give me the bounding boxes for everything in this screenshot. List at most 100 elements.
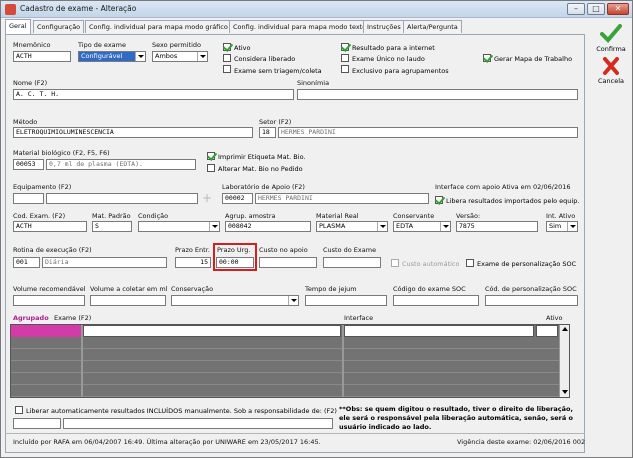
metodo-label: Método bbox=[13, 118, 38, 126]
nome-field[interactable]: A. C. T. H. bbox=[13, 89, 294, 100]
obs-note: **Obs: se quem digitou o resultado, tive… bbox=[339, 405, 573, 431]
condicao-select[interactable] bbox=[138, 221, 220, 232]
minimize-button[interactable]: – bbox=[567, 3, 585, 15]
table-row[interactable] bbox=[11, 361, 569, 373]
tempo-jejum-field[interactable] bbox=[305, 295, 387, 306]
chevron-down-icon bbox=[440, 222, 450, 231]
confirm-button[interactable]: Confirma bbox=[591, 23, 631, 57]
prazo-entr-field[interactable]: 15 bbox=[175, 257, 211, 268]
agrup-amostra-label: Agrup. amostra bbox=[225, 212, 276, 220]
agrupado-header: Agrupado bbox=[13, 314, 49, 322]
alterar-mat-checkbox[interactable] bbox=[207, 164, 215, 172]
maximize-button[interactable]: □ bbox=[587, 3, 605, 15]
metodo-field[interactable]: ELETROQUIMIOLUMINESCENCIA bbox=[13, 127, 253, 138]
close-button[interactable]: ✕ bbox=[607, 3, 629, 15]
table-row[interactable] bbox=[11, 349, 569, 361]
laboratorio-code-field[interactable]: 00002 bbox=[222, 193, 253, 204]
material-desc-field: 0,7 ml de plasma (EDTA). bbox=[46, 159, 196, 170]
prazo-urg-field[interactable]: 00:00 bbox=[216, 257, 254, 268]
codigo-soc-field[interactable] bbox=[393, 295, 479, 306]
conservante-select[interactable]: EDTA bbox=[393, 221, 451, 232]
scroll-down-icon[interactable] bbox=[562, 390, 568, 394]
exclusivo-label: Exclusivo para agrupamentos bbox=[352, 67, 449, 75]
tab-alerta[interactable]: Alerta/Pergunta bbox=[403, 20, 462, 33]
custo-apoio-field[interactable] bbox=[259, 257, 317, 268]
imprimir-etiqueta-checkbox[interactable] bbox=[207, 152, 215, 160]
equipamento-desc-field bbox=[46, 193, 198, 204]
gerar-mapa-label: Gerar Mapa de Trabalho bbox=[494, 55, 573, 63]
tab-mapa-grafico[interactable]: Config. individual para mapa modo gráfic… bbox=[85, 20, 232, 33]
grid-exame-cell[interactable] bbox=[83, 325, 341, 337]
responsavel-name-field[interactable] bbox=[63, 418, 333, 429]
responsavel-code-field[interactable] bbox=[13, 418, 61, 429]
grid-ativo-cell[interactable] bbox=[536, 325, 558, 337]
imprimir-etiqueta-label: Imprimir Etiqueta Mat. Bio. bbox=[218, 153, 306, 161]
sem-triagem-checkbox[interactable] bbox=[223, 65, 231, 73]
table-row[interactable] bbox=[11, 337, 569, 349]
grid-scrollbar[interactable] bbox=[559, 325, 569, 397]
ativo-checkbox[interactable] bbox=[223, 43, 231, 51]
sinonimia-field[interactable] bbox=[297, 89, 578, 100]
sexo-select[interactable]: Ambos bbox=[152, 51, 208, 62]
material-code-field[interactable]: 00053 bbox=[13, 159, 44, 170]
chevron-down-icon bbox=[197, 52, 207, 61]
plus-icon[interactable]: + bbox=[202, 192, 214, 205]
agrupamento-grid[interactable] bbox=[10, 324, 570, 398]
volume-coletar-field[interactable] bbox=[90, 295, 166, 306]
confirm-label: Confirma bbox=[596, 45, 626, 53]
equipamento-code-field[interactable] bbox=[13, 193, 44, 204]
grid-agrupado-cell[interactable] bbox=[11, 325, 81, 337]
sexo-value: Ambos bbox=[155, 52, 178, 60]
cancel-button[interactable]: Cancela bbox=[591, 57, 631, 91]
tab-mapa-texto[interactable]: Config. individual para mapa modo texto bbox=[229, 20, 371, 33]
cod-personalizacao-label: Cód. de personalização SOC bbox=[485, 285, 577, 293]
interface-header: Interface bbox=[344, 314, 374, 322]
considera-liberado-checkbox[interactable] bbox=[223, 54, 231, 62]
gerar-mapa-checkbox[interactable] bbox=[483, 54, 491, 62]
rotina-code-field[interactable]: 001 bbox=[13, 257, 40, 268]
versao-field[interactable]: 7875 bbox=[456, 221, 538, 232]
mat-padrao-field[interactable]: S bbox=[92, 221, 132, 232]
status-right: Vigência deste exame: 02/06/2016 002 bbox=[457, 438, 586, 446]
conservacao-select[interactable] bbox=[171, 295, 299, 306]
custo-automatico-checkbox[interactable] bbox=[391, 259, 399, 267]
volume-recomendavel-field[interactable] bbox=[13, 295, 85, 306]
setor-name-field: HERMES PARDINI bbox=[278, 127, 578, 138]
agrup-amostra-field[interactable]: 008042 bbox=[225, 221, 311, 232]
mat-padrao-label: Mat. Padrão bbox=[92, 212, 131, 220]
int-ativo-value: Sim bbox=[549, 222, 562, 230]
table-row[interactable] bbox=[11, 373, 569, 385]
scroll-up-icon[interactable] bbox=[562, 327, 568, 331]
exame-personalizacao-checkbox[interactable] bbox=[466, 259, 474, 267]
material-label: Material biológico (F2, F5, F6) bbox=[13, 149, 110, 157]
libera-resultados-checkbox[interactable] bbox=[435, 196, 443, 204]
interface-info: Interface com apoio Ativa em 02/06/2016 bbox=[435, 183, 571, 191]
ativo-header: Ativo bbox=[546, 314, 563, 322]
tab-geral[interactable]: Geral bbox=[5, 19, 31, 34]
tab-instrucoes[interactable]: Instruções bbox=[363, 20, 405, 33]
liberar-automaticamente-label: Liberar automaticamente resultados INCLU… bbox=[26, 407, 337, 415]
cod-personalizacao-field[interactable] bbox=[485, 295, 578, 306]
setor-code-field[interactable]: 18 bbox=[259, 127, 276, 138]
alterar-mat-label: Alterar Mat. Bio no Pedido bbox=[218, 165, 303, 173]
exame-unico-checkbox[interactable] bbox=[341, 54, 349, 62]
mnemonico-label: Mnemônico bbox=[13, 41, 51, 49]
mnemonico-field[interactable]: ACTH bbox=[13, 51, 71, 62]
liberar-automaticamente-checkbox[interactable] bbox=[15, 406, 23, 414]
cod-exame-field[interactable]: ACTH bbox=[13, 221, 87, 232]
tab-configuracao[interactable]: Configuração bbox=[33, 20, 85, 33]
custo-automatico-label: Custo automático bbox=[402, 260, 460, 268]
tipo-exame-select[interactable]: Configurável bbox=[78, 51, 146, 62]
exclusivo-checkbox[interactable] bbox=[341, 65, 349, 73]
int-ativo-select[interactable]: Sim bbox=[546, 221, 578, 232]
title-bar: Cadastro de exame - Alteração – □ ✕ bbox=[1, 1, 632, 18]
exame-unico-label: Exame Único no laudo bbox=[352, 55, 425, 63]
grid-interface-cell[interactable] bbox=[344, 325, 534, 337]
table-row[interactable] bbox=[11, 385, 569, 397]
conservante-value: EDTA bbox=[396, 222, 414, 230]
codigo-soc-label: Código do exame SOC bbox=[393, 285, 466, 293]
custo-exame-field[interactable] bbox=[323, 257, 381, 268]
resultado-internet-checkbox[interactable] bbox=[341, 43, 349, 51]
status-left: Incluído por RAFA em 06/04/2007 16:49. Ú… bbox=[13, 438, 321, 446]
material-real-select[interactable]: PLASMA bbox=[316, 221, 388, 232]
